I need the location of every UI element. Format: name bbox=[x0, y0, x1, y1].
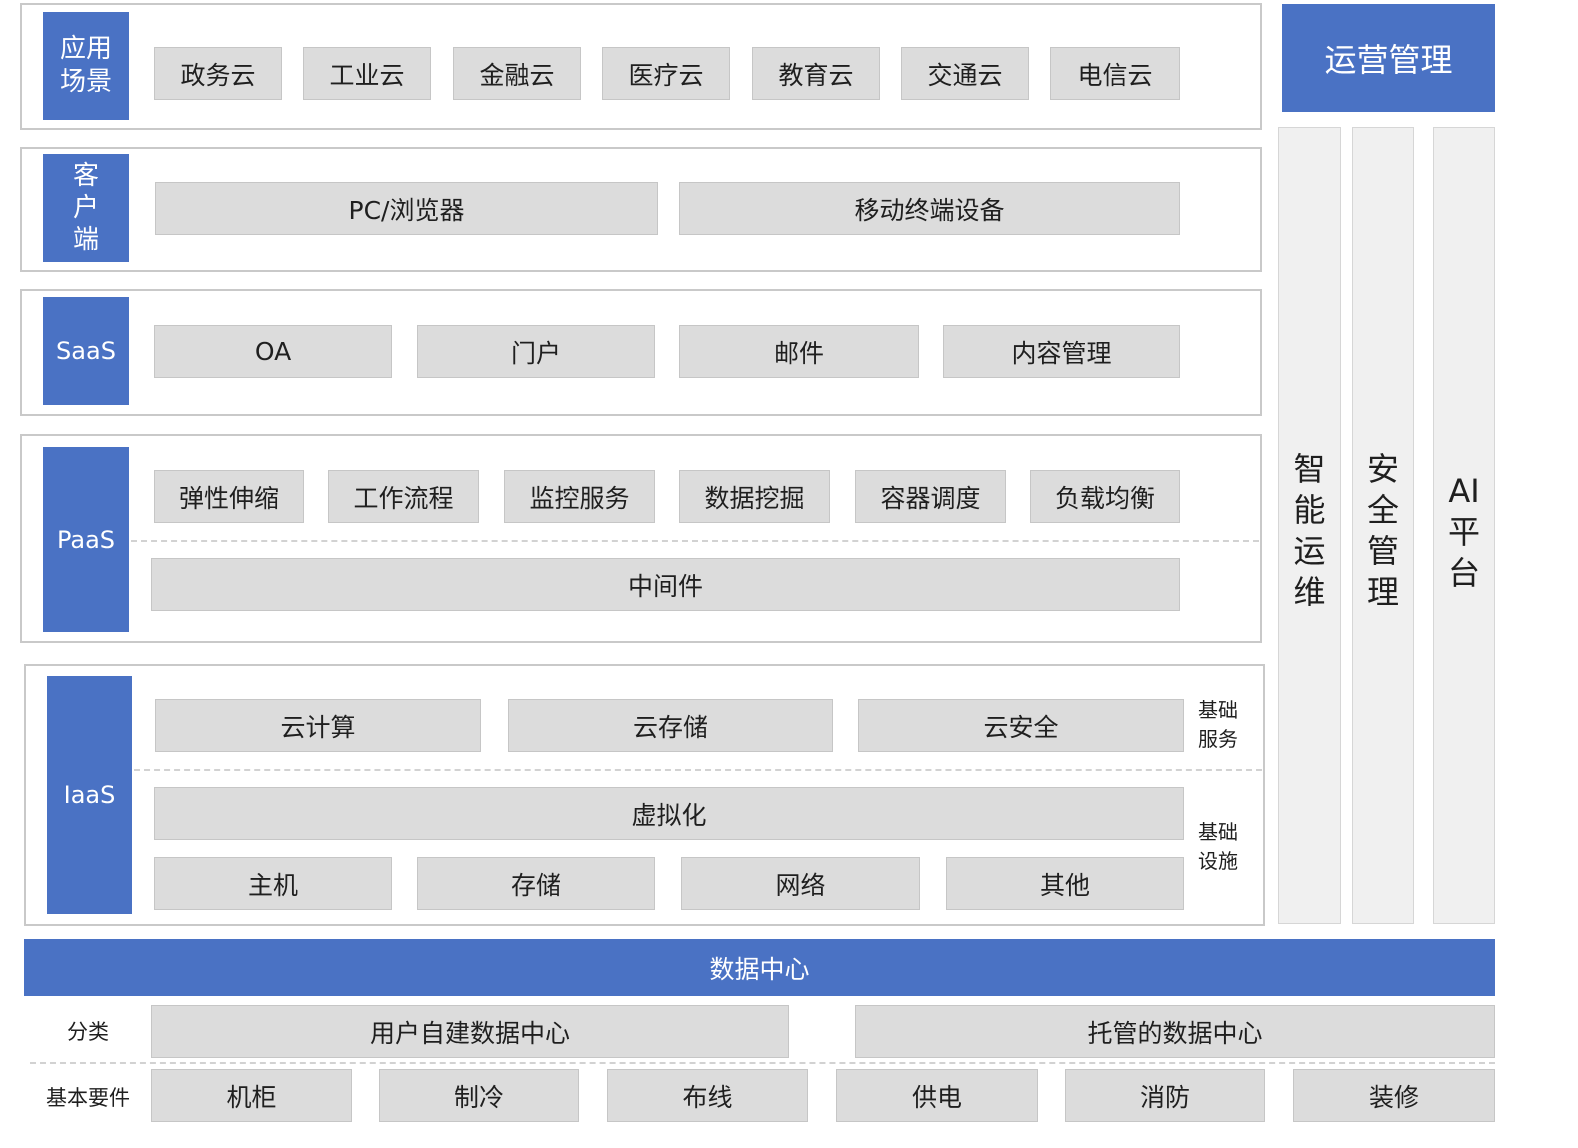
client-item: 移动终端设备 bbox=[679, 182, 1180, 235]
paas-item: 容器调度 bbox=[855, 470, 1006, 523]
scenario-item: 工业云 bbox=[303, 47, 431, 100]
iaas-service: 云安全 bbox=[858, 699, 1184, 752]
scenario-item: 交通云 bbox=[901, 47, 1029, 100]
datacenter-divider bbox=[30, 1062, 1495, 1064]
iaas-infra-item: 主机 bbox=[154, 857, 392, 910]
scenarios-label-text: 应用场景 bbox=[59, 34, 112, 97]
iaas-infra-label-text: 基础设施 bbox=[1198, 820, 1238, 873]
iaas-services-label-text: 基础服务 bbox=[1198, 698, 1238, 751]
datacenter-header-text: 数据中心 bbox=[709, 954, 810, 984]
saas-item: 内容管理 bbox=[943, 325, 1180, 378]
paas-item: 负载均衡 bbox=[1030, 470, 1180, 523]
paas-middleware: 中间件 bbox=[151, 558, 1180, 611]
paas-divider bbox=[131, 540, 1259, 542]
datacenter-element: 消防 bbox=[1065, 1069, 1265, 1122]
paas-layer bbox=[20, 434, 1262, 643]
iaas-services-label: 基础服务 bbox=[1198, 696, 1246, 754]
paas-item: 数据挖掘 bbox=[679, 470, 830, 523]
paas-label: PaaS bbox=[43, 447, 129, 632]
datacenter-element: 供电 bbox=[836, 1069, 1038, 1122]
paas-item: 监控服务 bbox=[504, 470, 655, 523]
datacenter-element: 布线 bbox=[607, 1069, 808, 1122]
ops-column-ai-platform: AI平台 bbox=[1433, 127, 1495, 924]
datacenter-header: 数据中心 bbox=[24, 939, 1495, 996]
saas-item: OA bbox=[154, 325, 392, 378]
saas-label-text: SaaS bbox=[56, 337, 116, 365]
operations-header: 运营管理 bbox=[1282, 4, 1495, 112]
iaas-service: 云存储 bbox=[508, 699, 833, 752]
iaas-label-text: IaaS bbox=[63, 781, 116, 809]
iaas-label: IaaS bbox=[47, 676, 132, 914]
datacenter-category: 用户自建数据中心 bbox=[151, 1005, 789, 1058]
ops-column-text: 智能运维 bbox=[1293, 450, 1326, 611]
datacenter-category: 托管的数据中心 bbox=[855, 1005, 1495, 1058]
saas-item: 邮件 bbox=[679, 325, 919, 378]
datacenter-element: 制冷 bbox=[379, 1069, 579, 1122]
iaas-virtualization: 虚拟化 bbox=[154, 787, 1184, 840]
iaas-divider bbox=[134, 769, 1262, 771]
saas-label: SaaS bbox=[43, 297, 129, 405]
datacenter-element: 机柜 bbox=[151, 1069, 352, 1122]
datacenter-element: 装修 bbox=[1293, 1069, 1495, 1122]
scenario-item: 电信云 bbox=[1050, 47, 1180, 100]
iaas-infra-label: 基础设施 bbox=[1198, 818, 1246, 876]
ops-column-intelligent-ops: 智能运维 bbox=[1278, 127, 1341, 924]
scenario-item: 教育云 bbox=[752, 47, 880, 100]
ops-column-text: AI平台 bbox=[1447, 472, 1480, 592]
iaas-infra-item: 存储 bbox=[417, 857, 655, 910]
scenarios-label: 应用场景 bbox=[43, 12, 129, 120]
scenario-item: 金融云 bbox=[453, 47, 581, 100]
paas-item: 工作流程 bbox=[328, 470, 479, 523]
client-item: PC/浏览器 bbox=[155, 182, 658, 235]
iaas-infra-item: 网络 bbox=[681, 857, 920, 910]
iaas-infra-item: 其他 bbox=[946, 857, 1184, 910]
iaas-service: 云计算 bbox=[155, 699, 481, 752]
client-label: 客户端 bbox=[43, 154, 129, 262]
client-label-text: 客户端 bbox=[72, 161, 99, 255]
scenario-item: 医疗云 bbox=[602, 47, 730, 100]
ops-column-text: 安全管理 bbox=[1366, 450, 1399, 611]
operations-header-text: 运营管理 bbox=[1324, 41, 1453, 79]
datacenter-category-label: 分类 bbox=[67, 1020, 109, 1044]
datacenter-elements-label: 基本要件 bbox=[46, 1086, 130, 1110]
paas-label-text: PaaS bbox=[56, 525, 116, 554]
saas-item: 门户 bbox=[417, 325, 655, 378]
ops-column-security: 安全管理 bbox=[1352, 127, 1414, 924]
paas-item: 弹性伸缩 bbox=[154, 470, 304, 523]
scenario-item: 政务云 bbox=[154, 47, 282, 100]
